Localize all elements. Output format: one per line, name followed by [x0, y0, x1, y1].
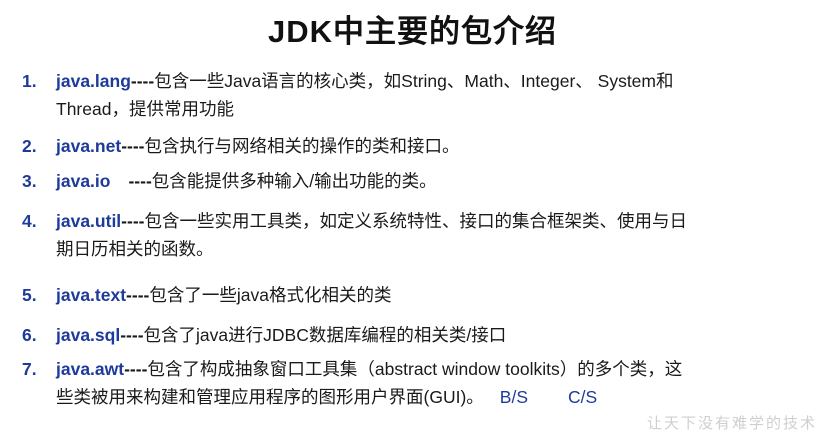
item-description-continued: 期日历相关的函数。 — [56, 239, 214, 259]
item-number: 1. — [22, 71, 37, 91]
item-number: 7. — [22, 359, 37, 379]
list-item-java-sql: 6. java.sql----包含了java进行JDBC数据库编程的相关类/接口 — [22, 321, 802, 349]
separator: ---- — [124, 359, 148, 379]
item-description: 包含了一些java格式化相关的类 — [149, 285, 392, 305]
list-item-java-net: 2. java.net----包含执行与网络相关的操作的类和接口。 — [22, 132, 802, 160]
separator: ---- — [121, 211, 145, 231]
tag-cs: C/S — [568, 387, 598, 407]
list-item-java-lang: 1. java.lang----包含一些Java语言的核心类，如String、Ma… — [22, 67, 802, 123]
item-description: 包含一些Java语言的核心类，如String、Math、Integer、 Sys… — [154, 71, 674, 91]
list-item-java-io: 3. java.io ----包含能提供多种输入/输出功能的类。 — [22, 167, 802, 195]
list-item-line: 3. java.io ----包含能提供多种输入/输出功能的类。 — [22, 167, 802, 195]
list-item-line: 1. java.lang----包含一些Java语言的核心类，如String、Ma… — [22, 67, 802, 95]
list-item-java-text: 5. java.text----包含了一些java格式化相关的类 — [22, 281, 802, 309]
slide-title: JDK中主要的包介绍 — [267, 14, 557, 49]
list-item-java-awt: 7. java.awt----包含了构成抽象窗口工具集（abstract wind… — [22, 355, 802, 411]
tag-bs: B/S — [499, 387, 528, 407]
package-name: java.net — [56, 136, 122, 156]
item-description: 包含能提供多种输入/输出功能的类。 — [151, 171, 437, 191]
package-name: java.io — [56, 171, 111, 191]
item-number: 2. — [22, 136, 37, 156]
package-name: java.text — [56, 285, 127, 305]
separator: ---- — [128, 171, 152, 191]
package-name: java.util — [56, 211, 122, 231]
item-description: 包含执行与网络相关的操作的类和接口。 — [144, 136, 460, 156]
separator: ---- — [126, 285, 150, 305]
list-item-line: 5. java.text----包含了一些java格式化相关的类 — [22, 281, 802, 309]
package-name: java.sql — [56, 325, 121, 345]
package-name: java.awt — [56, 359, 125, 379]
item-number: 6. — [22, 325, 37, 345]
list-item-line: 6. java.sql----包含了java进行JDBC数据库编程的相关类/接口 — [22, 321, 802, 349]
item-number: 5. — [22, 285, 37, 305]
item-description-text: 些类被用来构建和管理应用程序的图形用户界面(GUI)。 — [56, 387, 484, 407]
watermark: 让天下没有难学的技术 — [646, 415, 817, 432]
list-item-java-util: 4. java.util----包含一些实用工具类，如定义系统特性、接口的集合框架… — [22, 207, 802, 263]
list-item-line: 2. java.net----包含执行与网络相关的操作的类和接口。 — [22, 132, 802, 160]
item-description-continued: 些类被用来构建和管理应用程序的图形用户界面(GUI)。 B/S C/S — [22, 383, 802, 411]
separator: ---- — [130, 71, 155, 91]
separator: ---- — [120, 325, 144, 345]
item-number: 3. — [22, 171, 37, 191]
list-item-line: 4. java.util----包含一些实用工具类，如定义系统特性、接口的集合框架… — [22, 207, 802, 235]
item-description-continued: Thread，提供常用功能 — [56, 99, 234, 119]
item-description: 包含了构成抽象窗口工具集（abstract window toolkits）的多… — [147, 359, 683, 379]
list-item-line: 7. java.awt----包含了构成抽象窗口工具集（abstract wind… — [22, 355, 802, 383]
item-number: 4. — [22, 211, 37, 231]
slide: JDK中主要的包介绍 1. java.lang----包含一些Java语言的核心类… — [0, 0, 825, 435]
package-name: java.lang — [56, 71, 131, 91]
separator: ---- — [121, 136, 145, 156]
item-description: 包含了java进行JDBC数据库编程的相关类/接口 — [143, 325, 507, 345]
item-description: 包含一些实用工具类，如定义系统特性、接口的集合框架类、使用与日 — [144, 211, 687, 231]
